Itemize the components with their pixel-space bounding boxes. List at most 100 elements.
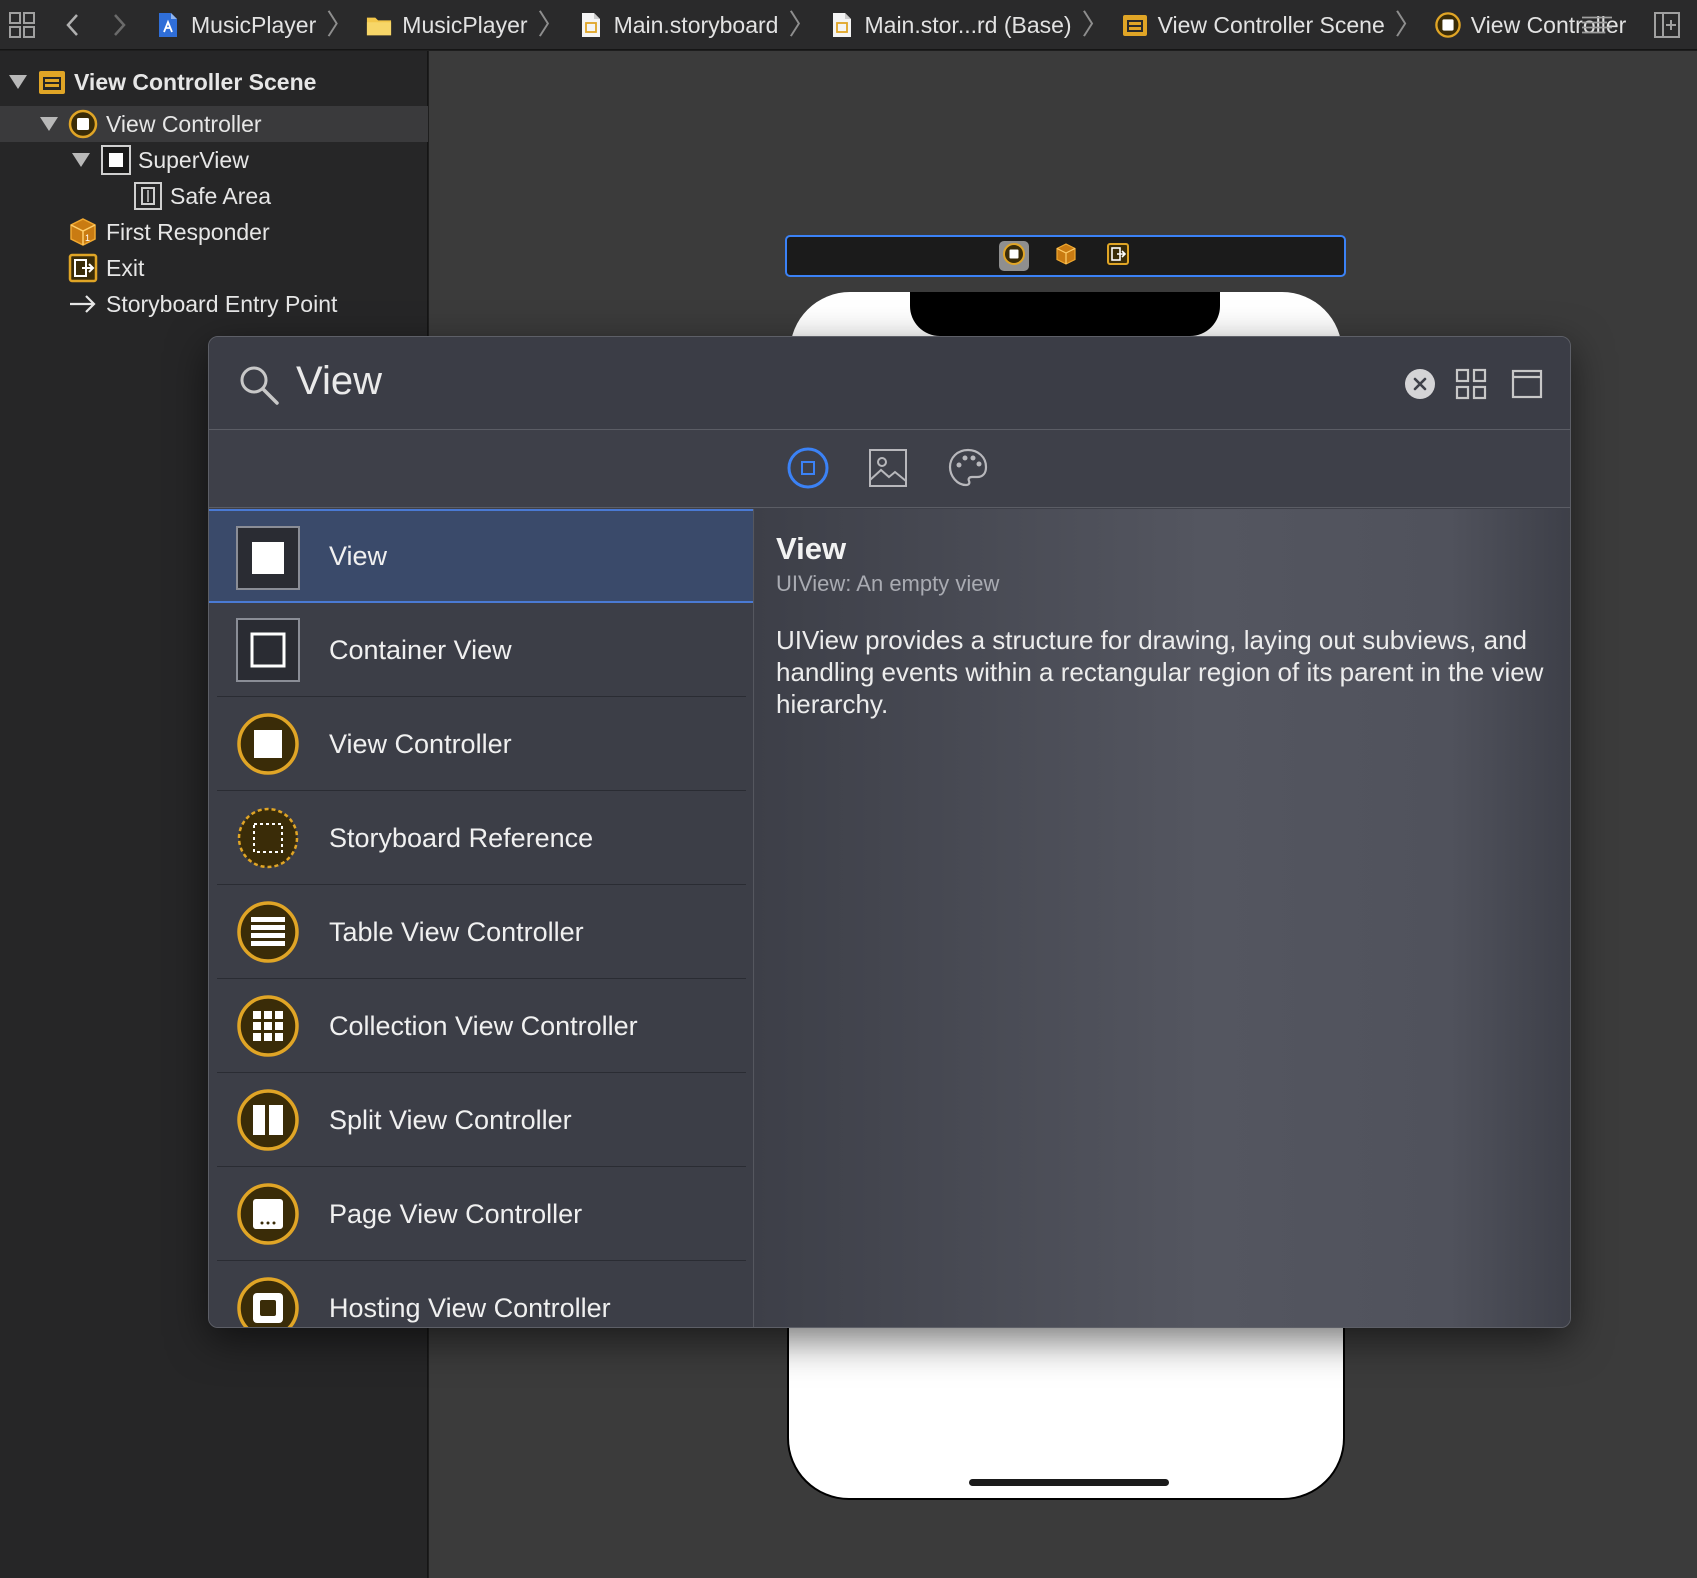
crumb-scene[interactable]: View Controller Scene 〉 — [1122, 11, 1435, 39]
first-responder-icon: 1 — [68, 217, 98, 247]
crumb-project[interactable]: MusicPlayer 〉 — [155, 11, 366, 39]
outline-label: Exit — [106, 254, 145, 281]
outline-row-view-controller[interactable]: View Controller — [0, 106, 428, 142]
view-controller-icon — [68, 109, 98, 139]
list-item-table-view-controller[interactable]: Table View Controller — [209, 885, 753, 979]
crumb-separator: 〉 — [326, 9, 355, 40]
list-item-view[interactable]: View — [209, 509, 753, 603]
outline-row-first-responder[interactable]: 1 First Responder — [0, 214, 428, 250]
crumb-label: Main.stor...rd (Base) — [864, 11, 1072, 38]
image-icon — [868, 448, 908, 493]
back-button[interactable] — [58, 10, 88, 40]
library-item-list: View Container View View Controller Stor… — [209, 509, 754, 1327]
clear-search-button[interactable] — [1405, 369, 1435, 399]
view-icon — [101, 145, 131, 175]
dock-first-responder-button[interactable] — [1051, 241, 1081, 271]
dock-exit-button[interactable] — [1103, 241, 1133, 271]
jump-bar: MusicPlayer 〉 MusicPlayer 〉 Main.storybo… — [0, 0, 1697, 50]
hosting-view-controller-icon — [236, 1276, 300, 1327]
view-controller-icon — [1002, 242, 1026, 271]
outline-row-scene[interactable]: View Controller Scene — [0, 64, 428, 100]
document-items-icon[interactable] — [1582, 10, 1612, 40]
table-view-controller-icon — [236, 900, 300, 964]
crumb-separator: 〉 — [1081, 9, 1110, 40]
device-notch — [910, 292, 1220, 336]
disclosure-triangle-icon[interactable] — [9, 75, 27, 89]
storyboard-reference-icon — [236, 806, 300, 870]
split-view-controller-icon — [236, 1088, 300, 1152]
view-icon — [236, 526, 300, 590]
crumb-label: View Controller Scene — [1157, 11, 1385, 38]
crumb-separator: 〉 — [537, 9, 566, 40]
object-icon — [787, 447, 829, 494]
list-item-split-view-controller[interactable]: Split View Controller — [209, 1073, 753, 1167]
home-indicator — [969, 1479, 1169, 1486]
list-item-label: Table View Controller — [329, 916, 584, 947]
add-editor-icon[interactable] — [1652, 10, 1682, 40]
scene-icon — [37, 67, 67, 97]
tab-media[interactable] — [867, 448, 909, 493]
list-item-collection-view-controller[interactable]: Collection View Controller — [209, 979, 753, 1073]
crumb-storyboard-base[interactable]: Main.stor...rd (Base) 〉 — [829, 11, 1122, 39]
storyboard-file-icon — [829, 12, 855, 38]
outline-row-entry-point[interactable]: Storyboard Entry Point — [0, 286, 428, 322]
list-item-label: Container View — [329, 634, 512, 665]
library-tabs — [209, 431, 1570, 508]
exit-icon — [68, 253, 98, 283]
outline-label: First Responder — [106, 218, 270, 245]
detail-subtitle: UIView: An empty view — [776, 571, 1000, 596]
crumb-separator: 〉 — [788, 9, 817, 40]
disclosure-triangle-icon[interactable] — [72, 153, 90, 167]
list-item-label: View — [329, 540, 388, 571]
folder-icon — [366, 12, 392, 38]
svg-text:1: 1 — [85, 233, 90, 243]
disclosure-triangle-icon[interactable] — [40, 117, 58, 131]
search-icon — [237, 363, 281, 407]
crumb-folder[interactable]: MusicPlayer 〉 — [366, 11, 577, 39]
forward-button[interactable] — [104, 10, 134, 40]
detail-description: UIView provides a structure for drawing,… — [776, 625, 1544, 719]
collection-view-controller-icon — [236, 994, 300, 1058]
crumb-label: Main.storyboard — [613, 11, 779, 38]
detail-title: View — [776, 531, 847, 566]
safe-area-icon — [133, 181, 163, 211]
list-item-storyboard-reference[interactable]: Storyboard Reference — [209, 791, 753, 885]
list-item-hosting-view-controller[interactable]: Hosting View Controller — [209, 1261, 753, 1327]
container-view-icon — [236, 618, 300, 682]
project-file-icon — [155, 12, 181, 38]
library-detail-pane: View UIView: An empty view UIView provid… — [755, 509, 1570, 1327]
list-item-view-controller[interactable]: View Controller — [209, 697, 753, 791]
outline-label: Safe Area — [170, 182, 272, 209]
outline-row-safe-area[interactable]: Safe Area — [0, 178, 428, 214]
detail-pane-toggle-icon[interactable] — [1511, 368, 1543, 400]
crumb-label: MusicPlayer — [402, 11, 528, 38]
crumb-storyboard[interactable]: Main.storyboard 〉 — [578, 11, 829, 39]
tab-objects[interactable] — [787, 447, 829, 494]
first-responder-icon — [1055, 242, 1077, 270]
page-view-controller-icon — [236, 1182, 300, 1246]
palette-icon — [947, 447, 989, 494]
list-item-label: View Controller — [329, 728, 512, 759]
dock-view-controller-button[interactable] — [998, 241, 1029, 271]
crumb-separator: 〉 — [1394, 9, 1423, 40]
list-item-label: Hosting View Controller — [329, 1292, 611, 1323]
list-item-label: Storyboard Reference — [329, 822, 594, 853]
outline-row-exit[interactable]: Exit — [0, 250, 428, 286]
grid-view-icon[interactable] — [1455, 368, 1487, 400]
view-controller-icon — [1434, 12, 1461, 38]
tab-colors[interactable] — [947, 447, 989, 494]
breadcrumb: MusicPlayer 〉 MusicPlayer 〉 Main.storybo… — [155, 0, 1626, 50]
device-frame-bottom — [787, 1300, 1345, 1500]
exit-icon — [1106, 242, 1129, 270]
list-item-label: Split View Controller — [329, 1104, 572, 1135]
list-item-page-view-controller[interactable]: Page View Controller — [209, 1167, 753, 1261]
related-items-icon[interactable] — [7, 10, 37, 40]
list-item-container-view[interactable]: Container View — [209, 603, 753, 697]
scene-icon — [1122, 12, 1148, 38]
object-library-popup: View View Container View View Controller… — [208, 336, 1571, 1328]
outline-label: View Controller Scene — [74, 68, 317, 95]
view-controller-icon — [236, 712, 300, 776]
search-input[interactable]: View — [296, 359, 382, 404]
outline-row-superview[interactable]: SuperView — [0, 142, 428, 178]
outline-label: View Controller — [106, 110, 262, 137]
